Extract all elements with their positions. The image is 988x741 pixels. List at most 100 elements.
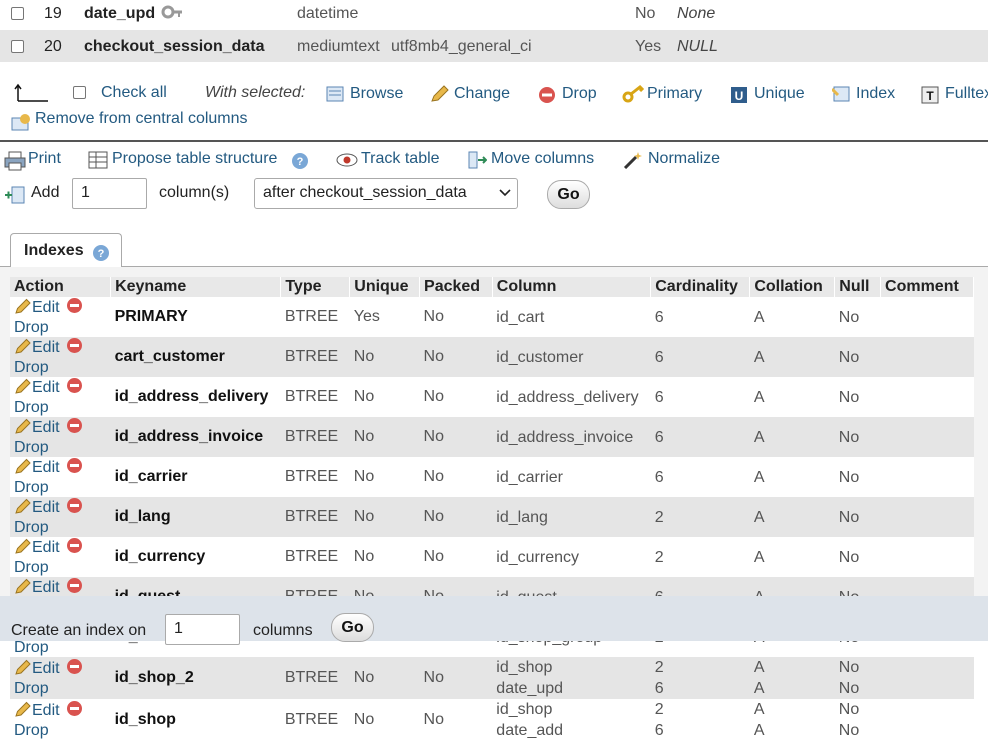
edit-index-link[interactable]: Edit xyxy=(32,459,60,476)
keyname-cell: id_shop_2 xyxy=(110,657,281,699)
drop-index-link[interactable]: Drop xyxy=(14,479,49,496)
drop-index-link[interactable]: Drop xyxy=(14,639,49,656)
column-count-input[interactable]: 1 xyxy=(72,178,147,209)
drop-index-link[interactable]: Drop xyxy=(14,359,49,376)
column-type: mediumtext xyxy=(297,38,380,55)
check-all-link[interactable]: Check all xyxy=(101,84,167,102)
type-cell: BTREE xyxy=(280,457,350,497)
table-row: EditDrop id_address_delivery BTREE No No id_a… xyxy=(10,377,974,417)
move-columns-link[interactable]: Move columns xyxy=(491,150,594,168)
go-button[interactable]: Go xyxy=(547,180,590,209)
track-table-link[interactable]: Track table xyxy=(361,150,440,168)
edit-index-link[interactable]: Edit xyxy=(32,579,60,596)
edit-index-link[interactable]: Edit xyxy=(32,379,60,396)
type-cell: BTREE xyxy=(280,417,350,457)
index-null-value: No xyxy=(838,468,860,486)
index-null-value: No xyxy=(838,388,860,406)
drop-index-link[interactable]: Drop xyxy=(14,399,49,416)
packed-cell: No xyxy=(419,657,493,699)
browse-icon xyxy=(326,86,344,107)
drop-icon xyxy=(66,700,83,722)
normalize-link[interactable]: Normalize xyxy=(648,150,720,168)
null-cell: No xyxy=(834,337,881,377)
drop-button[interactable]: Drop xyxy=(562,85,597,103)
drop-icon xyxy=(66,497,83,519)
unique-cell: No xyxy=(349,699,420,741)
drop-index-link[interactable]: Drop xyxy=(14,680,49,697)
index-coll-value: A xyxy=(753,428,765,446)
edit-index-link[interactable]: Edit xyxy=(32,499,60,516)
table-row: EditDrop id_currency BTREE No No id_currency 2… xyxy=(10,537,974,577)
drop-icon xyxy=(66,457,83,479)
remove-central-columns-link[interactable]: Remove from central columns xyxy=(35,110,248,128)
drop-index-link[interactable]: Drop xyxy=(14,439,49,456)
check-all-checkbox[interactable] xyxy=(73,86,86,99)
drop-icon xyxy=(66,337,83,359)
table-row: EditDrop id_address_invoice BTREE No No id_ad… xyxy=(10,417,974,457)
drop-index-link[interactable]: Drop xyxy=(14,559,49,576)
index-button[interactable]: Index xyxy=(856,85,895,103)
index-card-value: 6 xyxy=(654,348,664,366)
cardinality-cell: 2 xyxy=(650,537,750,577)
keyname-cell: cart_customer xyxy=(110,337,281,377)
column-header: Type xyxy=(280,277,351,297)
index-null-value: No xyxy=(838,548,860,566)
browse-button[interactable]: Browse xyxy=(350,85,403,103)
drop-index-link[interactable]: Drop xyxy=(14,519,49,536)
help-icon[interactable]: ? xyxy=(92,244,110,267)
index-c-value: id_currency xyxy=(496,548,579,566)
edit-index-link[interactable]: Edit xyxy=(32,660,60,677)
print-icon xyxy=(4,151,26,176)
collation-cell: A xyxy=(749,417,835,457)
column-null: No xyxy=(635,5,656,22)
svg-text:?: ? xyxy=(98,248,105,260)
comment-cell xyxy=(880,497,974,537)
index-c-value: id_address_delivery xyxy=(496,388,639,406)
create-index-go-button[interactable]: Go xyxy=(331,613,374,642)
svg-text:?: ? xyxy=(297,156,304,168)
null-cell: No xyxy=(834,497,881,537)
column-header: Collation xyxy=(749,277,836,297)
collation-cell: A xyxy=(749,457,835,497)
edit-index-link[interactable]: Edit xyxy=(32,419,60,436)
fulltext-button[interactable]: Fulltex xyxy=(945,85,988,103)
index-c-value: date_add xyxy=(496,722,564,739)
propose-structure-link[interactable]: Propose table structure xyxy=(112,150,277,168)
comment-cell xyxy=(880,297,974,337)
change-button[interactable]: Change xyxy=(454,85,510,103)
type-cell: BTREE xyxy=(280,657,350,699)
edit-index-link[interactable]: Edit xyxy=(32,539,60,556)
type-cell: BTREE xyxy=(280,377,350,417)
structure-row: 19 date_upd datetime No None xyxy=(0,0,988,32)
unique-button[interactable]: Unique xyxy=(754,85,805,103)
row-checkbox[interactable] xyxy=(11,7,24,20)
null-cell: No xyxy=(834,297,881,337)
help-icon[interactable]: ? xyxy=(291,152,309,175)
index-column-count-input[interactable]: 1 xyxy=(165,614,240,645)
primary-button[interactable]: Primary xyxy=(647,85,702,103)
drop-index-link[interactable]: Drop xyxy=(14,722,49,739)
type-cell: BTREE xyxy=(280,497,350,537)
edit-index-link[interactable]: Edit xyxy=(32,339,60,356)
keyname-cell: id_carrier xyxy=(110,457,281,497)
index-c-value: id_shop xyxy=(496,659,553,676)
comment-cell xyxy=(880,377,974,417)
column-header: Null xyxy=(834,277,882,297)
pencil-icon xyxy=(14,538,32,559)
columns-label: columns xyxy=(253,622,313,639)
edit-index-link[interactable]: Edit xyxy=(32,299,60,316)
index-c-value: id_lang xyxy=(496,508,548,526)
cardinality-cell: 6 xyxy=(650,377,750,417)
action-cell: Edit Drop xyxy=(10,497,111,537)
cardinality-cell: 6 xyxy=(650,417,750,457)
row-checkbox[interactable] xyxy=(11,40,24,53)
print-link[interactable]: Print xyxy=(28,150,61,168)
collation-cell: A xyxy=(749,537,835,577)
drop-icon xyxy=(66,377,83,399)
tab-indexes[interactable]: Indexes ? xyxy=(10,233,122,267)
drop-index-link[interactable]: Drop xyxy=(14,319,49,336)
column-position-select[interactable]: after checkout_session_data xyxy=(254,178,518,209)
column-cell: id_customer xyxy=(492,337,651,377)
collation-cell: A xyxy=(749,337,835,377)
edit-index-link[interactable]: Edit xyxy=(32,702,60,719)
